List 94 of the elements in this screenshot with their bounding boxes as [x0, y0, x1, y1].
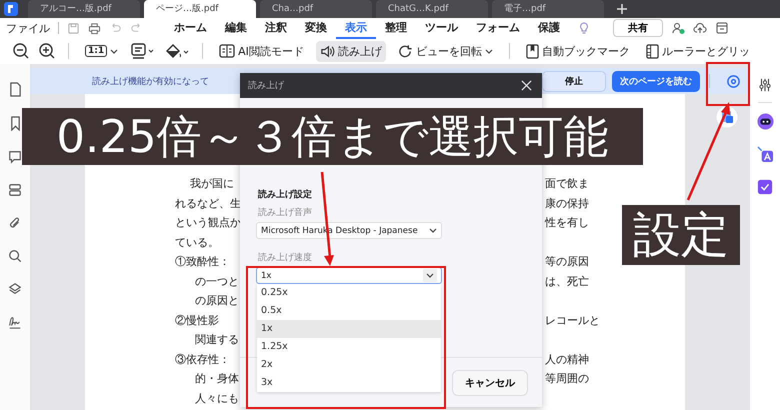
settings-icon[interactable]: [726, 74, 741, 88]
document-text: 我が国に: [190, 177, 234, 190]
document-text: ③依存性：: [175, 352, 230, 366]
checklist-icon[interactable]: [757, 179, 773, 195]
sliders-icon[interactable]: [758, 78, 772, 92]
document-text: ①致酔性：: [175, 255, 230, 268]
bookmark-icon[interactable]: [8, 116, 22, 131]
speed-option[interactable]: 2x: [257, 356, 441, 374]
speed-option[interactable]: 0.25x: [257, 284, 441, 302]
stop-button[interactable]: 停止: [542, 70, 606, 92]
caret-icon: [110, 48, 118, 54]
ruler-grid-button[interactable]: ルーラーとグリッ: [642, 40, 754, 62]
speed-option[interactable]: 3x: [257, 374, 441, 392]
menu-tab[interactable]: 整理: [376, 18, 416, 38]
document-text: 性を有し: [545, 215, 589, 230]
caption-banner: 0.25倍～３倍まで選択可能: [22, 108, 643, 165]
section-heading: 読み上げ設定: [258, 188, 313, 202]
speed-option[interactable]: 0.5x: [257, 302, 441, 320]
rotate-view-button[interactable]: ビューを回転: [394, 40, 497, 62]
menu-tab[interactable]: ホーム: [165, 18, 216, 38]
document-text: は、死亡: [545, 274, 589, 289]
rotate-icon: [398, 44, 413, 58]
document-text: 関連する: [195, 333, 239, 346]
bookmark-icon: [526, 44, 539, 58]
file-menu[interactable]: ファイル: [6, 20, 50, 36]
fill-color-icon[interactable]: [164, 42, 190, 60]
menu-tab[interactable]: 変換: [296, 18, 336, 38]
field-label: 読み上げ速度: [258, 252, 313, 265]
dialog-title: 読み上げ: [248, 80, 284, 92]
document-tab[interactable]: ChatG…K.pdf: [376, 0, 488, 18]
translate-icon[interactable]: [756, 146, 774, 163]
app-logo-icon: [4, 2, 18, 16]
document-text: ている。: [175, 236, 219, 249]
document-tab[interactable]: アルコー…版.pdf: [28, 0, 140, 18]
menu-tab[interactable]: ツール: [416, 18, 467, 38]
document-tab[interactable]: Cha…pdf: [260, 0, 372, 18]
speed-option[interactable]: 1x: [257, 320, 441, 338]
highlight-frame: [706, 62, 750, 106]
layers-icon[interactable]: [8, 282, 22, 296]
document-text: 的・身体: [195, 372, 239, 386]
print-icon[interactable]: [88, 22, 101, 34]
document-text: 康の保持: [545, 196, 589, 211]
read-aloud-button[interactable]: 読み上げ: [316, 40, 386, 62]
actual-size-button[interactable]: 1:1: [81, 42, 122, 60]
menu-tab[interactable]: 表示: [336, 18, 376, 38]
read-next-page-button[interactable]: 次のページを読む: [612, 70, 700, 92]
document-text: 面で飲ま: [545, 176, 589, 192]
speed-option[interactable]: 1.25x: [257, 338, 441, 356]
robot-icon[interactable]: [756, 113, 774, 130]
menu-tab[interactable]: 注釈: [256, 18, 296, 38]
caption-banner: 設定: [622, 205, 740, 265]
ruler-icon: [646, 44, 659, 58]
document-text: の一つと: [195, 274, 239, 288]
comment-icon[interactable]: [8, 150, 22, 164]
document-text: の原因と: [195, 294, 239, 308]
document-tab[interactable]: ページ…版.pdf: [144, 0, 256, 18]
speed-dropdown[interactable]: 1x: [256, 267, 442, 284]
document-text: 人々にも: [195, 392, 239, 405]
attachment-icon[interactable]: [8, 216, 22, 230]
document-text: という観点か: [175, 216, 241, 230]
layout-icon[interactable]: [8, 183, 22, 197]
book-icon: [219, 44, 236, 58]
caret-icon: [484, 48, 493, 54]
ai-reading-mode-button[interactable]: AI閲読モード: [215, 40, 308, 62]
document-text: 等の原因: [545, 254, 589, 270]
menu-tab[interactable]: 編集: [216, 18, 256, 38]
caret-icon: [423, 269, 437, 282]
auto-bookmark-button[interactable]: 自動ブックマーク: [522, 40, 634, 62]
search-icon[interactable]: [8, 249, 22, 263]
plus-icon[interactable]: [616, 3, 628, 15]
document-tab[interactable]: 電子…pdf: [492, 0, 604, 18]
share-button[interactable]: 共有: [613, 19, 663, 37]
document-text: 等周囲の: [545, 371, 589, 386]
read-aloud-notice: 読み上げ機能が有効になって: [92, 76, 209, 88]
page-icon[interactable]: [8, 82, 22, 97]
signature-icon[interactable]: [8, 315, 22, 329]
caret-icon: [429, 228, 437, 233]
document-text: レコールと: [545, 312, 600, 328]
cloud-upload-icon[interactable]: [693, 21, 707, 35]
speaker-icon: [320, 44, 335, 58]
zoom-in-icon[interactable]: [38, 42, 56, 60]
menu-tab[interactable]: 保護: [529, 18, 569, 38]
document-text: 人の精神: [545, 352, 589, 367]
document-text: ②慢性影: [175, 314, 219, 327]
user-check-icon[interactable]: [671, 21, 685, 35]
lightbulb-icon[interactable]: [577, 21, 591, 35]
menu-tab[interactable]: フォーム: [467, 18, 529, 38]
zoom-out-icon[interactable]: [12, 42, 30, 60]
close-icon[interactable]: [521, 80, 532, 91]
window-icon[interactable]: [715, 21, 729, 35]
page-fit-icon[interactable]: [130, 42, 156, 60]
field-label: 読み上げ音声: [258, 206, 313, 220]
document-text: れるなど、生: [175, 196, 241, 210]
cancel-button[interactable]: キャンセル: [452, 370, 528, 396]
